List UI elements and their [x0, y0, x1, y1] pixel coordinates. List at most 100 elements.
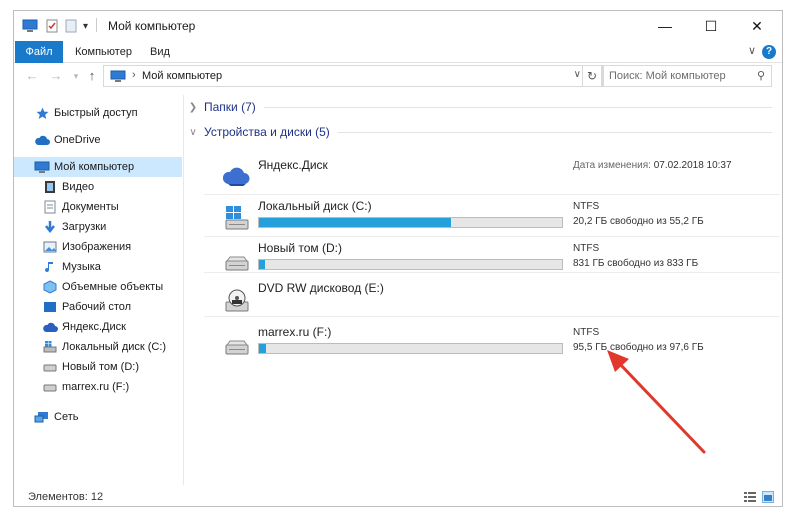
sidebar-item-label: Изображения: [62, 241, 132, 253]
drive-usage-bar: [258, 343, 563, 354]
chevron-down-icon: ∨: [189, 126, 197, 138]
filesystem-label: NTFS: [573, 201, 600, 212]
recent-locations-icon[interactable]: ▾: [68, 71, 84, 82]
search-icon[interactable]: ⚲: [757, 69, 765, 82]
customize-quick-access-icon[interactable]: ▾: [83, 18, 88, 34]
close-button[interactable]: ✕: [734, 11, 780, 41]
status-bar: Элементов: 12: [14, 487, 782, 507]
maximize-button[interactable]: ☐: [688, 11, 734, 41]
tab-computer[interactable]: Компьютер: [75, 41, 132, 63]
yandex-disk-icon: [42, 320, 58, 334]
address-bar[interactable]: › Мой компьютер ∨: [103, 65, 604, 87]
item-count: Элементов: 12: [28, 491, 104, 503]
help-icon[interactable]: ?: [762, 45, 776, 59]
explorer-window: ▾ Мой компьютер — ☐ ✕ Файл Компьютер Вид…: [13, 10, 783, 507]
video-icon: [42, 180, 58, 194]
sidebar-item-drive-f[interactable]: marrex.ru (F:): [14, 377, 182, 397]
sidebar-item-downloads[interactable]: Загрузки: [14, 217, 182, 237]
sidebar-item-label: Загрузки: [62, 221, 107, 233]
sidebar-item-label: Музыка: [62, 261, 101, 273]
tab-view[interactable]: Вид: [150, 41, 170, 63]
3d-objects-icon: [42, 280, 58, 294]
sidebar-item-label: Объемные объекты: [62, 281, 164, 293]
content-pane: ❯ Папки (7) ∨ Устройства и диски (5) Янд…: [184, 95, 782, 485]
computer-icon: [34, 160, 50, 174]
drive-icon: [42, 360, 58, 374]
modified-label: Дата изменения:: [573, 160, 651, 171]
up-arrow-icon[interactable]: ↑: [84, 68, 100, 83]
details-view-icon[interactable]: [744, 491, 756, 503]
filesystem-label: NTFS: [573, 327, 600, 338]
address-dropdown-icon[interactable]: ∨: [574, 69, 581, 80]
computer-icon: [22, 18, 38, 34]
sidebar-item-label: Новый том (D:): [62, 361, 139, 373]
modified-value: 07.02.2018 10:37: [653, 160, 732, 171]
image-icon: [42, 240, 58, 254]
sidebar-item-video[interactable]: Видео: [14, 177, 182, 197]
drive-item-yandex-disk[interactable]: Яндекс.Диск Дата изменения: 07.02.2018 1…: [214, 158, 782, 198]
drive-icon: [222, 247, 250, 275]
cloud-icon: [34, 133, 50, 147]
group-label: Устройства и диски (5): [204, 125, 330, 139]
search-placeholder: Поиск: Мой компьютер: [609, 70, 726, 82]
drive-name: Локальный диск (C:): [258, 199, 372, 213]
drive-name: Новый том (D:): [258, 241, 342, 255]
drive-name: marrex.ru (F:): [258, 325, 332, 339]
drive-name: Яндекс.Диск: [258, 158, 328, 172]
sidebar-item-quick-access[interactable]: Быстрый доступ: [14, 103, 182, 123]
group-devices[interactable]: ∨ Устройства и диски (5): [186, 122, 780, 142]
breadcrumb-chevron-icon[interactable]: ›: [132, 69, 136, 81]
sidebar-item-label: Сеть: [54, 411, 79, 423]
drive-usage-fill: [259, 218, 452, 227]
group-folders[interactable]: ❯ Папки (7): [186, 97, 780, 117]
drive-item-c[interactable]: Локальный диск (C:) NTFS 20,2 ГБ свободн…: [214, 199, 782, 239]
properties-icon[interactable]: [45, 18, 59, 34]
filesystem-label: NTFS: [573, 243, 600, 254]
group-label: Папки (7): [204, 100, 256, 114]
computer-icon: [110, 70, 126, 86]
new-folder-icon[interactable]: [65, 18, 77, 34]
sidebar-item-3d-objects[interactable]: Объемные объекты: [14, 277, 182, 297]
drive-item-e[interactable]: DVD RW дисковод (E:): [214, 281, 782, 321]
windows-drive-icon: [42, 340, 58, 354]
back-arrow-icon[interactable]: ←: [24, 68, 40, 83]
refresh-icon[interactable]: ↻: [582, 65, 602, 87]
minimize-button[interactable]: —: [642, 11, 688, 41]
drive-usage-bar: [258, 259, 563, 270]
sidebar-item-label: OneDrive: [54, 134, 101, 146]
expand-ribbon-icon[interactable]: ∨: [748, 44, 756, 57]
sidebar-item-drive-d[interactable]: Новый том (D:): [14, 357, 182, 377]
drive-usage-bar: [258, 217, 563, 228]
titlebar-divider: [96, 18, 97, 32]
tiles-view-icon[interactable]: [762, 491, 774, 503]
sidebar-item-network[interactable]: Сеть: [14, 407, 182, 427]
sidebar-item-documents[interactable]: Документы: [14, 197, 182, 217]
sidebar-item-label: marrex.ru (F:): [62, 381, 130, 393]
drive-item-f[interactable]: marrex.ru (F:) NTFS 95,5 ГБ свободно из …: [214, 325, 782, 365]
star-icon: [34, 106, 50, 120]
sidebar-item-music[interactable]: Музыка: [14, 257, 182, 277]
sidebar-item-onedrive[interactable]: OneDrive: [14, 130, 182, 150]
sidebar-item-label: Локальный диск (C:): [62, 341, 167, 353]
sidebar-item-label: Рабочий стол: [62, 301, 132, 313]
navigation-pane: Быстрый доступ OneDrive Мой компьютер Ви…: [14, 95, 184, 485]
drive-item-d[interactable]: Новый том (D:) NTFS 831 ГБ свободно из 8…: [214, 241, 782, 281]
drive-usage-fill: [259, 344, 266, 353]
sidebar-item-label: Видео: [62, 181, 95, 193]
sidebar-item-label: Документы: [62, 201, 119, 213]
tab-file[interactable]: Файл: [15, 41, 63, 63]
sidebar-item-desktop[interactable]: Рабочий стол: [14, 297, 182, 317]
sidebar-item-yandex-disk[interactable]: Яндекс.Диск: [14, 317, 182, 337]
sidebar-item-drive-c[interactable]: Локальный диск (C:): [14, 337, 182, 357]
sidebar-item-my-computer[interactable]: Мой компьютер: [14, 157, 182, 177]
network-icon: [34, 410, 50, 424]
drive-icon: [222, 331, 250, 359]
breadcrumb[interactable]: Мой компьютер: [142, 70, 222, 82]
yandex-disk-icon: [222, 164, 250, 192]
forward-arrow-icon[interactable]: →: [48, 68, 64, 83]
row-divider: [204, 272, 780, 273]
search-input[interactable]: Поиск: Мой компьютер ⚲: [602, 65, 772, 87]
sidebar-item-images[interactable]: Изображения: [14, 237, 182, 257]
navigation-bar: ← → ▾ ↑ › Мой компьютер ∨ ↻ Поиск: Мой к…: [14, 64, 782, 90]
modified-info: Дата изменения: 07.02.2018 10:37: [573, 160, 732, 171]
